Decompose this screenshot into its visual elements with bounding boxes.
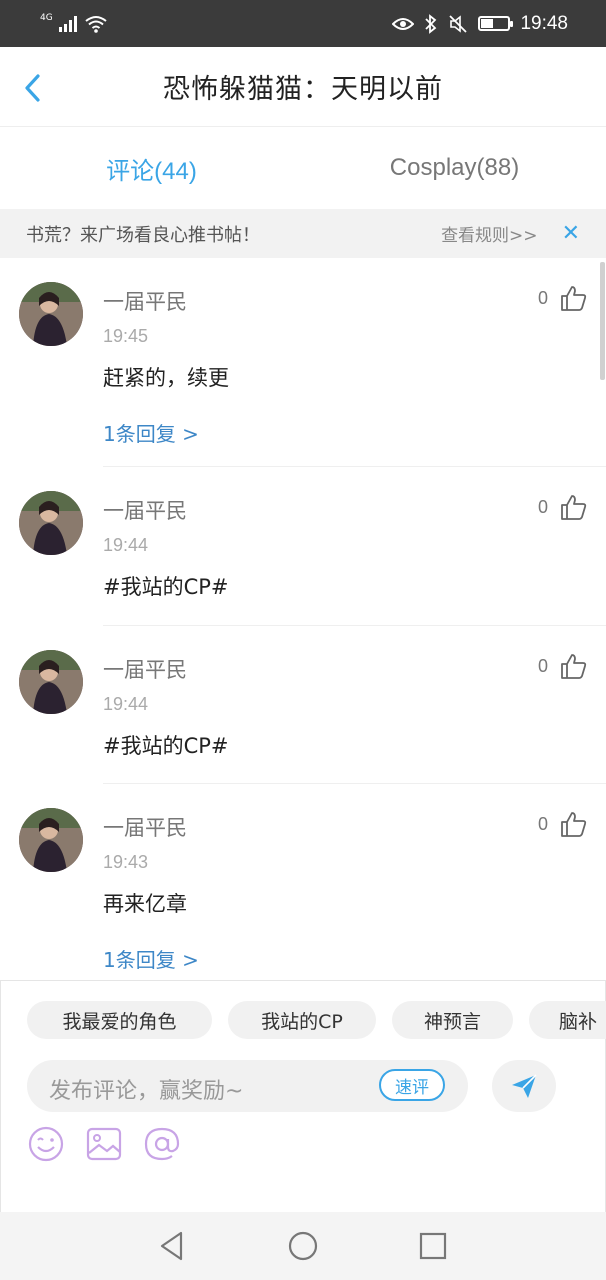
topic-chip[interactable]: 神预言: [392, 1001, 513, 1039]
send-icon: [512, 1074, 537, 1098]
back-arrow-icon[interactable]: [20, 73, 48, 103]
topic-chip[interactable]: 我站的CP: [228, 1001, 376, 1039]
like-count: 0: [538, 814, 549, 834]
system-nav-bar: [0, 1212, 606, 1280]
banner-text: 书荒？来广场看良心推书帖！: [26, 224, 260, 246]
comment-content: #我站的CP#: [103, 734, 229, 758]
like-count: 0: [538, 497, 549, 517]
battery-fill: [481, 19, 494, 28]
topic-chip[interactable]: 脑补: [529, 1001, 606, 1039]
thumbs-up-icon[interactable]: [560, 284, 588, 312]
replies-link[interactable]: 1条回复 >: [103, 418, 199, 447]
send-button[interactable]: [492, 1060, 556, 1112]
nav-recents-icon[interactable]: [416, 1229, 450, 1263]
eye-icon: [392, 17, 415, 30]
replies-link[interactable]: 1条回复 >: [103, 944, 199, 973]
comment-username[interactable]: 一届平民: [103, 654, 187, 684]
like-count: 0: [538, 288, 549, 308]
avatar[interactable]: [19, 650, 83, 714]
like-count: 0: [538, 656, 549, 676]
comment-composer: 我最爱的角色 我站的CP 神预言 脑补 发布评论，赢奖励~ 速评: [0, 980, 606, 1212]
comment-username[interactable]: 一届平民: [103, 812, 187, 842]
promo-banner: 书荒？来广场看良心推书帖！ 查看规则>> ✕: [0, 209, 606, 258]
status-left: 4G: [40, 12, 107, 33]
mention-icon[interactable]: [143, 1125, 181, 1163]
avatar[interactable]: [19, 282, 83, 346]
comment-placeholder: 发布评论，赢奖励~: [49, 1079, 244, 1104]
comment-content: 赶紧的，续更: [103, 366, 229, 390]
comment-list[interactable]: 一届平民 19:45 赶紧的，续更 1条回复 > 0 一届平民 19:44 #我…: [0, 258, 606, 980]
tab-cosplay[interactable]: Cosplay(88): [303, 128, 606, 208]
comment-time: 19:44: [103, 535, 149, 555]
comment-time: 19:43: [103, 852, 149, 872]
comment-time: 19:45: [103, 326, 149, 346]
bluetooth-icon: [425, 13, 437, 34]
image-icon[interactable]: [85, 1125, 123, 1163]
comment-input[interactable]: 发布评论，赢奖励~ 速评: [27, 1060, 468, 1112]
avatar[interactable]: [19, 808, 83, 872]
emoji-icon[interactable]: [27, 1125, 65, 1163]
thumbs-up-icon[interactable]: [560, 652, 588, 680]
page-title: 恐怖躲猫猫：天明以前: [163, 74, 443, 105]
top-header: 恐怖躲猫猫：天明以前: [0, 47, 606, 127]
comment-item: 一届平民 19:43 再来亿章 1条回复 > 0: [0, 784, 606, 980]
mute-icon: [449, 14, 468, 33]
thumbs-up-icon[interactable]: [560, 493, 588, 521]
nav-back-icon[interactable]: [156, 1229, 190, 1263]
comment-item: 一届平民 19:45 赶紧的，续更 1条回复 > 0: [0, 258, 606, 467]
comment-item: 一届平民 19:44 #我站的CP# 0: [0, 467, 606, 626]
thumbs-up-icon[interactable]: [560, 810, 588, 838]
comment-time: 19:44: [103, 694, 149, 714]
network-type: 4G: [40, 12, 53, 23]
avatar[interactable]: [19, 491, 83, 555]
view-rules-link[interactable]: 查看规则>>: [441, 221, 538, 246]
comment-content: #我站的CP#: [103, 575, 229, 599]
composer-tools: [27, 1125, 181, 1163]
comment-item: 一届平民 19:44 #我站的CP# 0: [0, 626, 606, 784]
status-right: 19:48: [392, 13, 568, 35]
battery-icon: [478, 16, 514, 31]
status-time: 19:48: [520, 12, 568, 34]
close-icon[interactable]: ✕: [562, 221, 580, 246]
app-screen: 4G 19:48 恐怖躲猫猫：天明以前 评论(44) Cosplay(88) 书…: [0, 0, 606, 1280]
topic-chip[interactable]: 我最爱的角色: [27, 1001, 212, 1039]
wifi-icon: [85, 15, 107, 33]
signal-icon: [58, 15, 77, 32]
tab-comments[interactable]: 评论(44): [0, 128, 303, 208]
topic-chips: 我最爱的角色 我站的CP 神预言 脑补: [1, 1001, 606, 1041]
status-bar: 4G 19:48: [0, 0, 606, 47]
tab-bar: 评论(44) Cosplay(88): [0, 128, 606, 208]
quick-comment-button[interactable]: 速评: [379, 1069, 445, 1101]
nav-home-icon[interactable]: [286, 1229, 320, 1263]
scrollbar[interactable]: [600, 262, 605, 380]
comment-username[interactable]: 一届平民: [103, 286, 187, 316]
comment-content: 再来亿章: [103, 892, 187, 916]
comment-username[interactable]: 一届平民: [103, 495, 187, 525]
